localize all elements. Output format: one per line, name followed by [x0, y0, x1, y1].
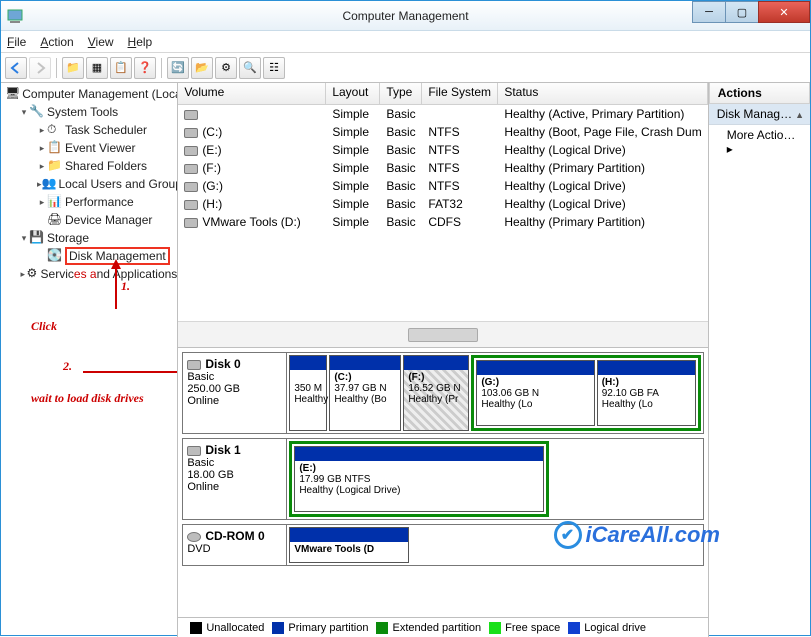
actions-header: Actions	[709, 83, 810, 104]
watermark: ✔ iCareAll.com	[554, 521, 721, 549]
swatch-logical-icon	[568, 622, 580, 634]
disk-0-row[interactable]: Disk 0 Basic250.00 GBOnline 350 MHealthy…	[182, 352, 703, 434]
col-type[interactable]: Type	[380, 83, 422, 105]
volume-row[interactable]: VMware Tools (D:)SimpleBasicCDFSHealthy …	[178, 213, 707, 231]
actions-more[interactable]: More Actio… ▸	[709, 125, 810, 159]
annot-wait: wait to load disk drives	[31, 391, 151, 406]
help-button[interactable]: ❓	[134, 57, 156, 79]
properties-button[interactable]: 📋	[110, 57, 132, 79]
col-status[interactable]: Status	[498, 83, 707, 105]
tree-disk-management[interactable]: 💽Disk Management	[1, 247, 177, 265]
partition-c[interactable]: (C:)37.97 GB NHealthy (Bo	[329, 355, 401, 431]
rescan-button[interactable]: 📂	[191, 57, 213, 79]
volume-row[interactable]: (G:)SimpleBasicNTFSHealthy (Logical Driv…	[178, 177, 707, 195]
col-volume[interactable]: Volume	[178, 83, 326, 105]
settings-button[interactable]: ⚙	[215, 57, 237, 79]
list-button[interactable]: ☷	[263, 57, 285, 79]
disk-icon	[187, 446, 201, 456]
refresh-button[interactable]: 🔄	[167, 57, 189, 79]
swatch-extended-icon	[376, 622, 388, 634]
volume-row[interactable]: (H:)SimpleBasicFAT32Healthy (Logical Dri…	[178, 195, 707, 213]
console-tree[interactable]: 🖥Computer Management (Local ▾🔧System Too…	[1, 83, 178, 637]
volume-row[interactable]: (F:)SimpleBasicNTFSHealthy (Primary Part…	[178, 159, 707, 177]
tree-task-scheduler[interactable]: ▸⏱Task Scheduler	[1, 121, 177, 139]
disk-1-row[interactable]: Disk 1 Basic18.00 GBOnline (E:)17.99 GB …	[182, 438, 703, 520]
cdrom-label: CD-ROM 0DVD	[183, 525, 287, 565]
back-button[interactable]	[5, 57, 27, 79]
col-filesystem[interactable]: File System	[422, 83, 498, 105]
arrow-right-icon	[83, 365, 178, 382]
menu-view[interactable]: View	[88, 35, 114, 49]
tree-root[interactable]: 🖥Computer Management (Local	[1, 85, 177, 103]
maximize-button[interactable]: ▢	[725, 1, 759, 23]
collapse-icon: ▲	[795, 110, 804, 120]
volume-header[interactable]: Volume Layout Type File System Status	[178, 83, 707, 105]
col-layout[interactable]: Layout	[326, 83, 380, 105]
up-button[interactable]: 📁	[62, 57, 84, 79]
tree-event-viewer[interactable]: ▸📋Event Viewer	[1, 139, 177, 157]
annot-step2: 2.	[63, 359, 72, 374]
titlebar: Computer Management ─ ▢ ✕	[1, 1, 810, 31]
partition-system-reserved[interactable]: 350 MHealthy	[289, 355, 327, 431]
h-scrollbar[interactable]	[178, 321, 707, 347]
minimize-button[interactable]: ─	[692, 1, 726, 23]
menubar: File Action View Help	[1, 31, 810, 53]
tree-system-tools[interactable]: ▾🔧System Tools	[1, 103, 177, 121]
tree-local-users[interactable]: ▸👥Local Users and Groups	[1, 175, 177, 193]
partition-g[interactable]: (G:)103.06 GB NHealthy (Lo	[476, 360, 594, 426]
show-hide-tree-button[interactable]: ▦	[86, 57, 108, 79]
volume-list[interactable]: Volume Layout Type File System Status Si…	[178, 83, 707, 348]
partition-vmware-tools[interactable]: VMware Tools (D	[289, 527, 409, 563]
tree-shared-folders[interactable]: ▸📁Shared Folders	[1, 157, 177, 175]
toolbar: 📁 ▦ 📋 ❓ 🔄 📂 ⚙ 🔍 ☷	[1, 53, 810, 83]
arrow-up-icon	[109, 259, 123, 312]
disk-graphical-view[interactable]: Disk 0 Basic250.00 GBOnline 350 MHealthy…	[178, 348, 707, 637]
actions-pane: Actions Disk Manag…▲ More Actio… ▸	[709, 83, 810, 637]
tree-device-manager[interactable]: 🖨Device Manager	[1, 211, 177, 229]
details-pane: Volume Layout Type File System Status Si…	[178, 83, 708, 637]
app-icon	[7, 8, 23, 24]
cdrom-icon	[187, 532, 201, 542]
disk-0-label: Disk 0 Basic250.00 GBOnline	[183, 353, 287, 433]
close-button[interactable]: ✕	[758, 1, 810, 23]
partition-h[interactable]: (H:)92.10 GB FAHealthy (Lo	[597, 360, 696, 426]
forward-button[interactable]	[29, 57, 51, 79]
tree-storage[interactable]: ▾💾Storage	[1, 229, 177, 247]
volume-row[interactable]: (E:)SimpleBasicNTFSHealthy (Logical Driv…	[178, 141, 707, 159]
swatch-primary-icon	[272, 622, 284, 634]
chevron-right-icon: ▸	[727, 142, 733, 156]
find-button[interactable]: 🔍	[239, 57, 261, 79]
extended-partition-disk0: (G:)103.06 GB NHealthy (Lo (H:)92.10 GB …	[471, 355, 700, 431]
legend: Unallocated Primary partition Extended p…	[178, 617, 707, 637]
window-title: Computer Management	[342, 9, 468, 23]
menu-file[interactable]: File	[7, 35, 26, 49]
partition-e[interactable]: (E:)17.99 GB NTFSHealthy (Logical Drive)	[294, 446, 544, 512]
swatch-unallocated-icon	[190, 622, 202, 634]
partition-f[interactable]: (F:)16.52 GB NHealthy (Pr	[403, 355, 469, 431]
disk-icon	[187, 360, 201, 370]
menu-action[interactable]: Action	[40, 35, 73, 49]
tree-performance[interactable]: ▸📊Performance	[1, 193, 177, 211]
extended-partition-disk1: (E:)17.99 GB NTFSHealthy (Logical Drive)	[289, 441, 549, 517]
actions-group[interactable]: Disk Manag…▲	[709, 104, 810, 125]
swatch-free-icon	[489, 622, 501, 634]
annot-click: Click	[31, 319, 57, 334]
tree-services-apps[interactable]: ▸⚙Services and Applications	[1, 265, 177, 283]
volume-row[interactable]: SimpleBasicHealthy (Active, Primary Part…	[178, 105, 707, 123]
watermark-icon: ✔	[554, 521, 582, 549]
disk-1-label: Disk 1 Basic18.00 GBOnline	[183, 439, 287, 519]
volume-row[interactable]: (C:)SimpleBasicNTFSHealthy (Boot, Page F…	[178, 123, 707, 141]
menu-help[interactable]: Help	[128, 35, 153, 49]
